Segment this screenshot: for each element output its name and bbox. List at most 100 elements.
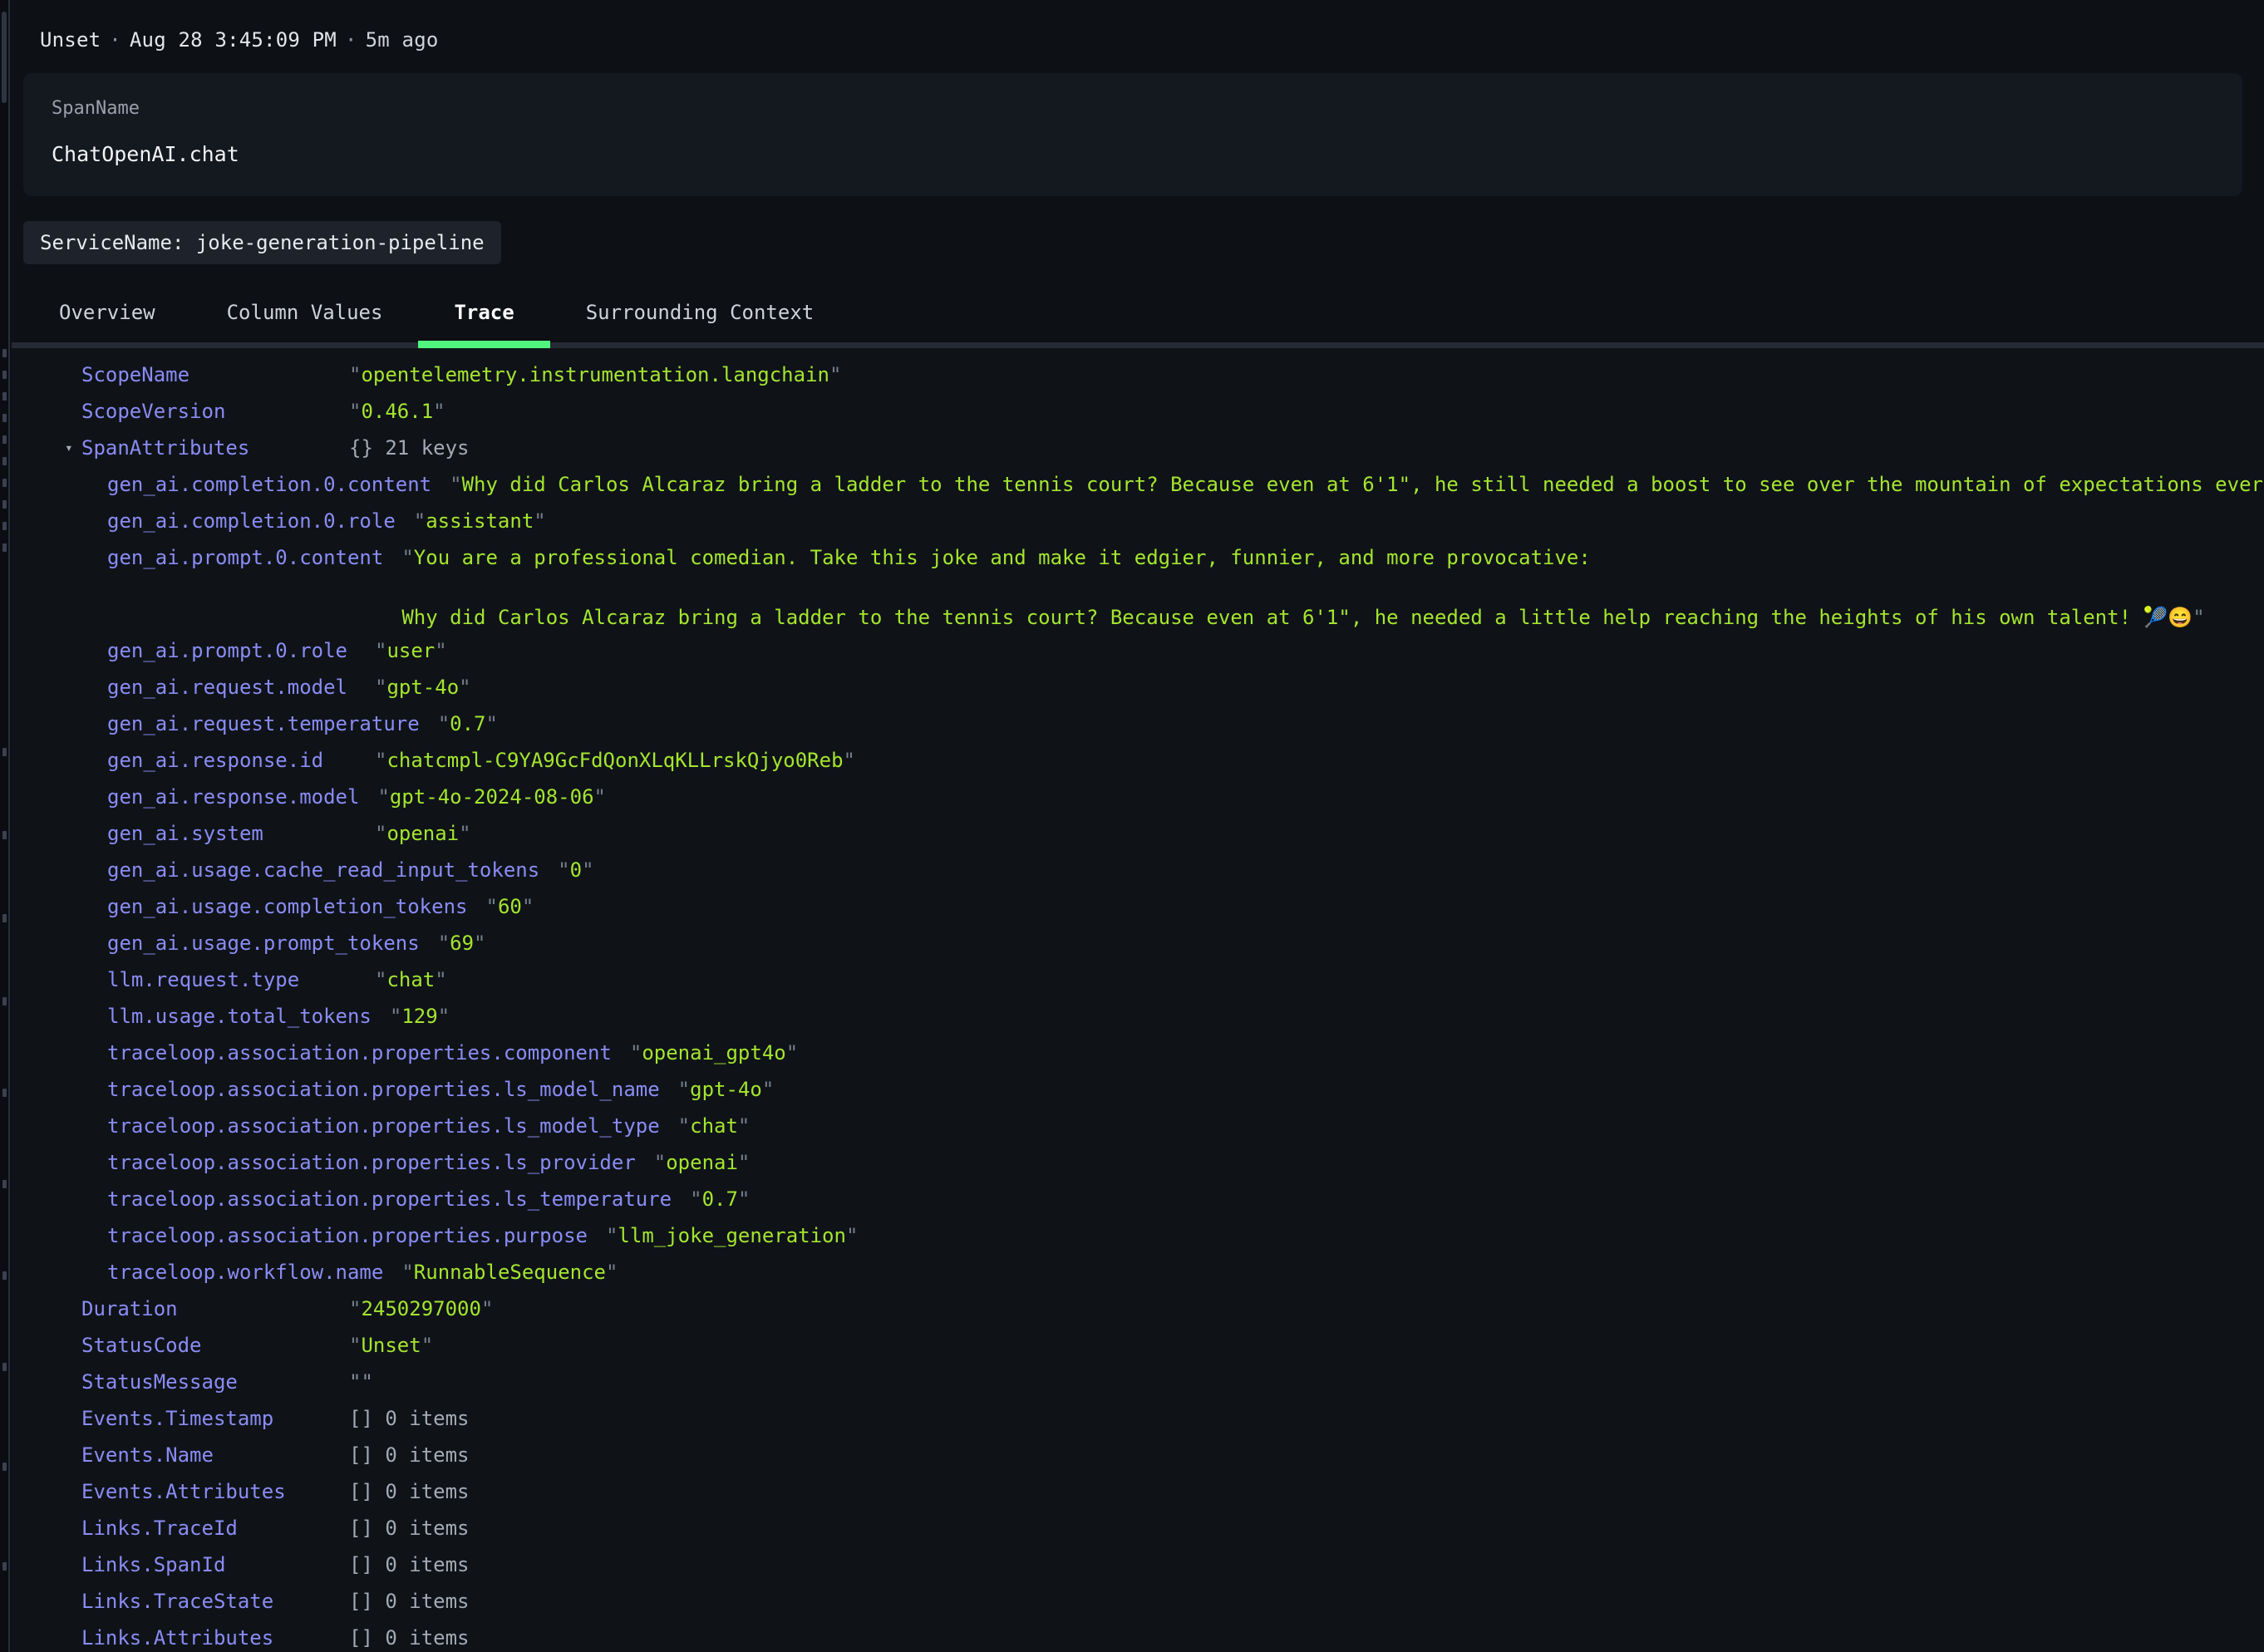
left-scrollbar[interactable]: [0, 0, 10, 1652]
row-meta: [] 0 items: [349, 1437, 470, 1473]
quote-mark: ": [401, 1261, 413, 1284]
quote-mark: ": [390, 1005, 401, 1028]
tab-column-values[interactable]: Column Values: [191, 288, 419, 342]
row-key: Links.TraceId: [81, 1510, 331, 1546]
row-meta: [] 0 items: [349, 1583, 470, 1620]
row-key: llm.request.type: [107, 961, 357, 998]
row-key: traceloop.association.properties.ls_mode…: [107, 1071, 660, 1108]
row-value: "openai": [375, 815, 471, 852]
row-value: "0.7": [690, 1181, 750, 1217]
row-value-text: user: [386, 639, 435, 662]
tree-row: llm.usage.total_tokens"129": [12, 998, 2264, 1035]
scrollbar-thumb[interactable]: [2, 12, 7, 103]
row-key: traceloop.association.properties.ls_mode…: [107, 1108, 660, 1144]
row-key: traceloop.workflow.name: [107, 1254, 383, 1291]
row-value-text: chatcmpl-C9YA9GcFdQonXLqKLLrskQjyo0Reb: [386, 749, 843, 772]
scrollbar-tick: [2, 371, 7, 379]
row-value: "opentelemetry.instrumentation.langchain…: [349, 356, 841, 393]
quote-mark: ": [438, 712, 450, 735]
row-key: SpanAttributes: [81, 430, 331, 466]
tree-row: Duration"2450297000": [12, 1291, 2264, 1327]
servicename-badge[interactable]: ServiceName: joke-generation-pipeline: [23, 221, 501, 264]
row-meta: [] 0 items: [349, 1510, 470, 1546]
quote-mark: ": [522, 895, 534, 918]
tree-row: gen_ai.response.id"chatcmpl-C9YA9GcFdQon…: [12, 742, 2264, 779]
tree-row: Events.Name [] 0 items: [12, 1437, 2264, 1473]
row-value-text: gpt-4o: [690, 1078, 762, 1101]
quote-mark: ": [654, 1151, 666, 1174]
tab-overview[interactable]: Overview: [23, 288, 191, 342]
row-key: traceloop.association.properties.compone…: [107, 1035, 612, 1071]
row-value: "chat": [678, 1108, 751, 1144]
quote-mark: ": [377, 785, 389, 809]
row-key: Events.Attributes: [81, 1473, 331, 1510]
row-value: "0.7": [438, 706, 498, 742]
tree-row: traceloop.association.properties.ls_mode…: [12, 1108, 2264, 1144]
scrollbar-tick: [2, 349, 7, 357]
scrollbar-tick: [2, 392, 7, 401]
scrollbar-tick: [2, 1363, 7, 1371]
scrollbar-tick: [2, 997, 7, 1005]
quote-mark: ": [846, 1224, 858, 1247]
row-key: gen_ai.request.temperature: [107, 706, 420, 742]
row-value: "gpt-4o-2024-08-06": [377, 779, 606, 815]
tab-surrounding-context[interactable]: Surrounding Context: [550, 288, 850, 342]
quote-mark: ": [2193, 606, 2204, 629]
row-value-text: 2450297000: [361, 1297, 481, 1320]
row-value: "llm_joke_generation": [606, 1217, 858, 1254]
row-value: "assistant": [414, 503, 546, 539]
scrollbar-tick: [2, 543, 7, 552]
quote-mark: ": [349, 1297, 361, 1320]
scrollbar-tick: [2, 914, 7, 922]
row-value-text: RunnableSequence: [414, 1261, 606, 1284]
row-value-text: 129: [401, 1005, 437, 1028]
timestamp: Aug 28 3:45:09 PM: [130, 28, 337, 52]
row-key: ScopeName: [81, 356, 331, 393]
tree-row: gen_ai.prompt.0.content"You are a profes…: [12, 539, 2264, 632]
scrollbar-tick: [2, 500, 7, 509]
row-value-text: chat: [386, 968, 435, 991]
span-status-time: Unset·Aug 28 3:45:09 PM·5m ago: [12, 0, 2264, 52]
scrollbar-tick: [2, 748, 7, 756]
row-key: gen_ai.usage.completion_tokens: [107, 888, 467, 925]
row-key: Events.Name: [81, 1437, 331, 1473]
row-key: StatusCode: [81, 1327, 331, 1364]
row-key: ScopeVersion: [81, 393, 331, 430]
scrollbar-tick: [2, 1463, 7, 1471]
tree-row: traceloop.association.properties.ls_prov…: [12, 1144, 2264, 1181]
tabs-bar: OverviewColumn ValuesTraceSurrounding Co…: [12, 288, 2264, 348]
row-key: gen_ai.response.model: [107, 779, 359, 815]
tree-row[interactable]: ▾SpanAttributes {} 21 keys: [12, 430, 2264, 466]
row-key: traceloop.association.properties.ls_prov…: [107, 1144, 636, 1181]
row-meta: {} 21 keys: [349, 430, 470, 466]
quote-mark: ": [738, 1187, 750, 1211]
quote-mark: ": [594, 785, 606, 809]
tree-row: gen_ai.request.temperature "0.7": [12, 706, 2264, 742]
row-key: gen_ai.completion.0.role: [107, 503, 396, 539]
row-value-text: openai: [666, 1151, 738, 1174]
quote-mark: ": [690, 1187, 701, 1211]
row-value: "0": [558, 852, 593, 888]
quote-mark: ": [486, 712, 498, 735]
row-value: "Why did Carlos Alcaraz bring a ladder t…: [450, 466, 2264, 503]
row-value-text: 0.7: [450, 712, 485, 735]
row-value: "gpt-4o": [678, 1071, 775, 1108]
row-key: traceloop.association.properties.purpose: [107, 1217, 588, 1254]
scrollbar-tick: [2, 414, 7, 422]
quote-mark: ": [786, 1041, 798, 1064]
quote-mark: ": [349, 1334, 361, 1357]
row-key: Links.Attributes: [81, 1620, 331, 1652]
row-value-text: openai: [386, 822, 459, 845]
row-meta: [] 0 items: [349, 1473, 470, 1510]
quote-mark: ": [485, 895, 497, 918]
tree-row: traceloop.association.properties.ls_temp…: [12, 1181, 2264, 1217]
row-value-text: 0.46.1: [361, 400, 433, 423]
quote-mark: ": [375, 639, 386, 662]
chevron-down-icon[interactable]: ▾: [65, 430, 73, 466]
tree-row: Links.TraceState[] 0 items: [12, 1583, 2264, 1620]
row-value: "60": [485, 888, 534, 925]
tab-trace[interactable]: Trace: [418, 288, 549, 342]
quote-mark: ": [375, 822, 386, 845]
row-key: StatusMessage: [81, 1364, 331, 1400]
scrollbar-tick: [2, 1562, 7, 1571]
